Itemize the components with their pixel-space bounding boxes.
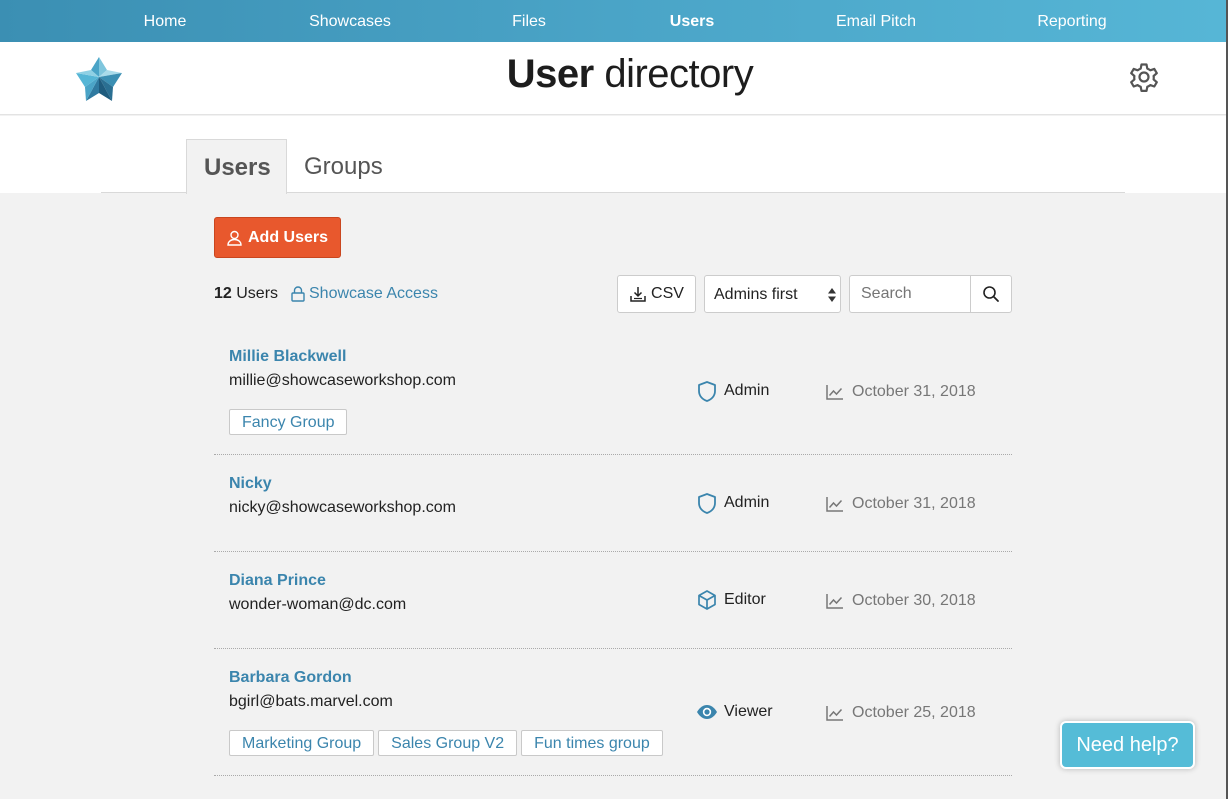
user-count-number: 12 <box>214 285 232 302</box>
shield-icon <box>698 381 716 402</box>
user-groups: Marketing Group Sales Group V2 Fun times… <box>229 730 663 756</box>
nav-item-reporting[interactable]: Reporting <box>1037 0 1106 42</box>
sort-select-value: Admins first <box>714 286 798 303</box>
search-icon <box>983 286 999 302</box>
page-title: User directory <box>0 52 1228 97</box>
tab-users[interactable]: Users <box>186 139 287 194</box>
cube-icon <box>698 590 716 610</box>
nav-item-showcases[interactable]: Showcases <box>309 0 391 42</box>
nav-item-email-pitch[interactable]: Email Pitch <box>836 0 916 42</box>
user-row: Millie Blackwell millie@showcaseworkshop… <box>214 331 1012 455</box>
chart-line-icon <box>826 706 843 721</box>
add-users-label: Add Users <box>247 228 329 246</box>
group-tag[interactable]: Fancy Group <box>229 409 348 435</box>
user-row: Nicky nicky@showcaseworkshop.com Admin O… <box>214 455 1012 552</box>
user-role-label: Editor <box>724 591 766 608</box>
chart-line-icon <box>826 497 843 512</box>
user-last-active: October 31, 2018 <box>826 383 976 401</box>
user-email: bgirl@bats.marvel.com <box>229 693 393 710</box>
page-header: User directory <box>0 42 1228 115</box>
chart-line-icon <box>826 594 843 609</box>
gear-icon[interactable] <box>1126 59 1162 95</box>
csv-label: CSV <box>651 285 684 302</box>
page-title-bold: User <box>506 52 594 96</box>
showcase-access-label: Showcase Access <box>309 285 438 302</box>
csv-export-button[interactable]: CSV <box>617 275 696 313</box>
user-role-label: Admin <box>724 382 770 399</box>
lock-icon <box>291 286 305 302</box>
user-role: Viewer <box>696 701 773 723</box>
page-title-light: directory <box>604 52 754 96</box>
user-count-label: Users <box>236 285 279 302</box>
user-role: Editor <box>696 589 766 611</box>
user-groups: Fancy Group <box>229 409 348 435</box>
download-icon <box>630 287 646 302</box>
user-date: October 30, 2018 <box>852 592 976 609</box>
user-role: Admin <box>696 492 769 514</box>
shield-icon <box>698 493 716 514</box>
nav-item-home[interactable]: Home <box>144 0 187 42</box>
tab-groups[interactable]: Groups <box>287 139 400 193</box>
chart-line-icon <box>826 385 843 400</box>
user-role-label: Viewer <box>724 703 773 720</box>
group-tag[interactable]: Fun times group <box>521 730 663 756</box>
sort-select[interactable]: Admins first <box>704 275 841 313</box>
add-users-button[interactable]: Add Users <box>214 217 341 258</box>
top-navigation: Home Showcases Files Users Email Pitch R… <box>0 0 1228 42</box>
nav-item-users[interactable]: Users <box>670 0 714 42</box>
user-date: October 31, 2018 <box>852 495 976 512</box>
user-last-active: October 25, 2018 <box>826 704 976 722</box>
user-email: millie@showcaseworkshop.com <box>229 372 456 389</box>
user-row: Diana Prince wonder-woman@dc.com Editor … <box>214 552 1012 649</box>
user-name-link[interactable]: Barbara Gordon <box>229 669 352 687</box>
select-arrows-icon <box>828 288 836 302</box>
nav-item-files[interactable]: Files <box>512 0 546 42</box>
user-name-link[interactable]: Diana Prince <box>229 572 326 590</box>
user-date: October 25, 2018 <box>852 704 976 721</box>
group-tag[interactable]: Marketing Group <box>229 730 375 756</box>
group-tag[interactable]: Sales Group V2 <box>378 730 518 756</box>
eye-icon <box>697 705 717 719</box>
user-role-label: Admin <box>724 494 770 511</box>
user-email: nicky@showcaseworkshop.com <box>229 499 456 516</box>
user-row: Barbara Gordon bgirl@bats.marvel.com Mar… <box>214 649 1012 776</box>
tabs-band <box>0 116 1228 193</box>
user-date: October 31, 2018 <box>852 383 976 400</box>
search-input[interactable] <box>849 275 971 313</box>
user-name-link[interactable]: Millie Blackwell <box>229 348 346 366</box>
user-count: 12 Users <box>214 285 278 303</box>
user-last-active: October 31, 2018 <box>826 495 976 513</box>
user-role: Admin <box>696 380 769 402</box>
user-icon <box>227 230 242 246</box>
search-button[interactable] <box>970 275 1012 313</box>
need-help-button[interactable]: Need help? <box>1060 721 1195 769</box>
user-name-link[interactable]: Nicky <box>229 475 272 493</box>
showcase-access-link[interactable]: Showcase Access <box>291 285 438 303</box>
user-last-active: October 30, 2018 <box>826 592 976 610</box>
user-email: wonder-woman@dc.com <box>229 596 407 613</box>
